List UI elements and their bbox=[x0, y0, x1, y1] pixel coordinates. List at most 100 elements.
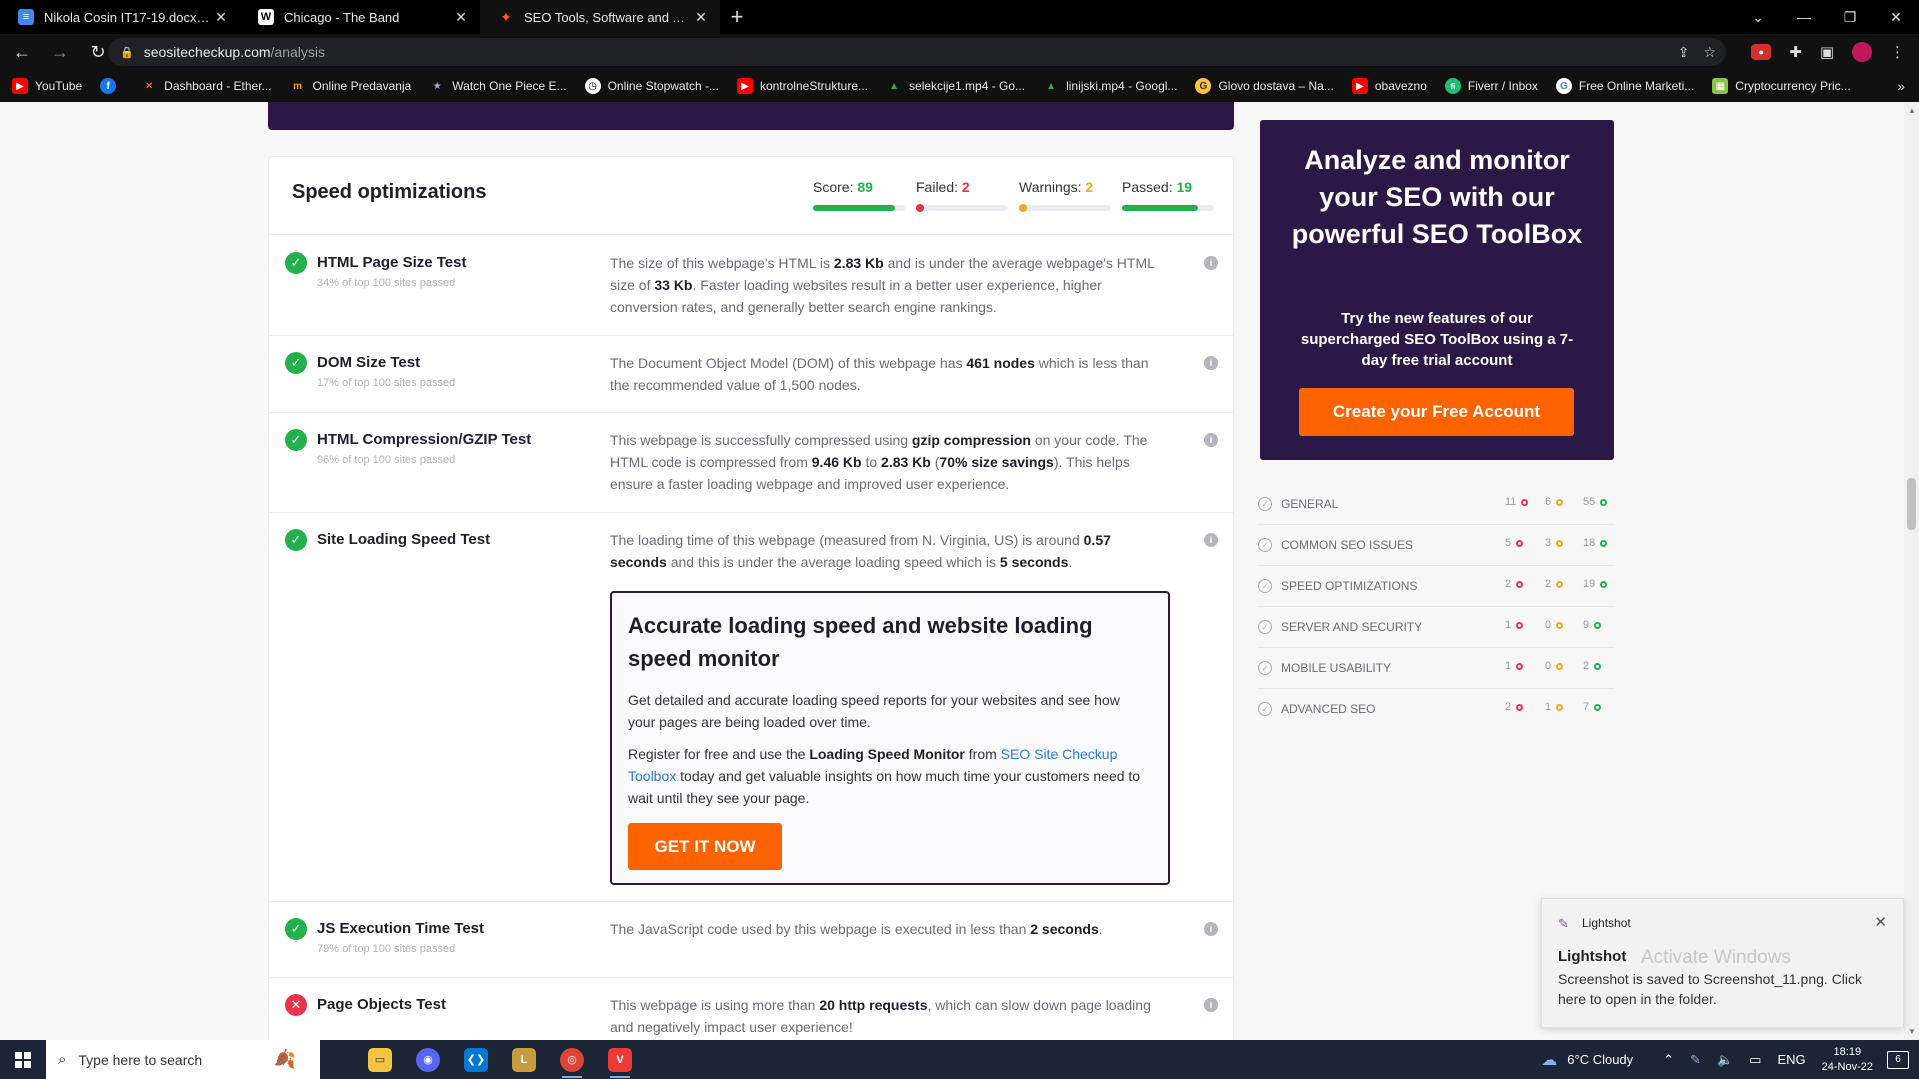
more-bookmarks-icon[interactable]: » bbox=[1897, 70, 1905, 102]
volume-icon[interactable]: 🔈 bbox=[1717, 1052, 1733, 1068]
category-name: Speed Optimizations bbox=[1281, 579, 1418, 593]
restore-icon[interactable]: ❐ bbox=[1827, 0, 1873, 34]
lock-icon[interactable]: 🔒 bbox=[120, 46, 134, 59]
coinmarket-icon: ▦ bbox=[1712, 78, 1729, 94]
language-indicator[interactable]: ENG bbox=[1777, 1052, 1805, 1067]
share-icon[interactable]: ⇪ bbox=[1678, 44, 1690, 61]
info-icon[interactable]: i bbox=[1204, 433, 1218, 447]
category-speed-optimizations[interactable]: ✓ Speed Optimizations 2 2 19 bbox=[1258, 566, 1614, 607]
bookmarks-bar: ▶ YouTube f ✕ Dashboard - Ether... m Online… bbox=[0, 70, 1919, 102]
test-subtext: 17% of top 100 sites passed bbox=[317, 377, 456, 389]
tab-seo-tools[interactable]: ✦ SEO Tools, Software and Articles ✕ bbox=[480, 0, 720, 34]
glovo-icon: G bbox=[1195, 78, 1212, 94]
windows-logo-icon bbox=[15, 1051, 31, 1068]
start-button[interactable] bbox=[0, 1040, 46, 1079]
section-header: Speed optimizations Score: 89 Failed: 2 … bbox=[269, 157, 1233, 235]
bookmark-item[interactable]: m Online Predavanja bbox=[290, 78, 411, 94]
menu-kebab-icon[interactable]: ⋮ bbox=[1890, 43, 1905, 61]
cloud-icon: ☁ bbox=[1541, 1051, 1558, 1069]
taskbar-chrome[interactable]: ◎ bbox=[548, 1040, 596, 1079]
bookmark-item[interactable]: ★ Watch One Piece E... bbox=[429, 78, 567, 94]
close-icon[interactable]: ✕ bbox=[452, 9, 470, 26]
bookmark-item[interactable]: ▶ obavezno bbox=[1351, 78, 1427, 94]
clock[interactable]: 18:19 24-Nov-22 bbox=[1822, 1045, 1873, 1075]
window-controls: ⌄ — ❐ ✕ bbox=[1735, 0, 1919, 34]
bookmark-item[interactable]: ▦ Cryptocurrency Pric... bbox=[1712, 78, 1851, 94]
side-panel-icon[interactable]: ▣ bbox=[1820, 43, 1834, 61]
bookmark-item[interactable]: fi Fiverr / Inbox bbox=[1444, 78, 1538, 94]
extensions-area: ● ✚ ▣ ⋮ bbox=[1751, 34, 1919, 70]
speed-optimizations-card: Speed optimizations Score: 89 Failed: 2 … bbox=[268, 156, 1234, 1040]
chevron-up-icon[interactable]: ⌃ bbox=[1663, 1052, 1674, 1068]
category-mobile-usability[interactable]: ✓ Mobile Usability 1 0 2 bbox=[1258, 648, 1614, 689]
youtube-icon: ▶ bbox=[12, 78, 28, 94]
taskbar-file-explorer[interactable]: ▭ bbox=[356, 1040, 404, 1079]
seo-site-icon: ✦ bbox=[500, 8, 512, 25]
notification-body[interactable]: Screenshot is saved to Screenshot_11.png… bbox=[1558, 969, 1888, 1009]
wikipedia-icon: W bbox=[258, 9, 274, 25]
taskbar-vivaldi[interactable]: V bbox=[596, 1040, 644, 1079]
scrollbar-thumb[interactable] bbox=[1907, 478, 1916, 530]
close-icon[interactable]: ✕ bbox=[212, 9, 230, 26]
bookmark-item[interactable]: ▲ selekcije1.mp4 - Go... bbox=[886, 78, 1025, 94]
category-advanced-seo[interactable]: ✓ Advanced SEO 2 1 7 bbox=[1258, 689, 1614, 730]
bookmark-item[interactable]: ▶ kontrolneStrukture... bbox=[736, 78, 868, 94]
close-window-icon[interactable]: ✕ bbox=[1873, 0, 1919, 34]
extension-badge-icon[interactable]: ● bbox=[1751, 44, 1772, 60]
bookmark-item[interactable]: f bbox=[100, 78, 123, 94]
check-icon: ✓ bbox=[285, 352, 307, 374]
info-icon[interactable]: i bbox=[1204, 356, 1218, 370]
scroll-down-icon[interactable]: ▼ bbox=[1908, 1027, 1916, 1036]
bookmark-item[interactable]: G Free Online Marketi... bbox=[1555, 78, 1694, 94]
category-general[interactable]: ✓ General 11 6 55 bbox=[1258, 484, 1614, 525]
scroll-up-icon[interactable]: ▲ bbox=[1908, 106, 1916, 115]
new-tab-button[interactable]: + bbox=[720, 0, 754, 34]
category-server-and-security[interactable]: ✓ Server and Security 1 0 9 bbox=[1258, 607, 1614, 648]
check-icon: ✓ bbox=[285, 918, 307, 940]
puzzle-icon[interactable]: ✚ bbox=[1789, 43, 1802, 61]
info-icon[interactable]: i bbox=[1204, 256, 1218, 270]
network-icon[interactable]: ▭ bbox=[1749, 1052, 1761, 1068]
passed-count: 19 bbox=[1583, 578, 1608, 590]
promo-text: Get detailed and accurate loading speed … bbox=[628, 692, 1120, 730]
tab-docs[interactable]: ≡ Nikola Cosin IT17-19.docx - Goo ✕ bbox=[0, 0, 240, 34]
failed-bar bbox=[916, 204, 1008, 212]
info-icon[interactable]: i bbox=[1204, 922, 1218, 936]
get-it-now-button[interactable]: GET IT NOW bbox=[628, 823, 782, 870]
url-input[interactable]: 🔒 seositecheckup.com/analysis ⇪ ☆ bbox=[108, 38, 1726, 66]
back-icon[interactable]: ← bbox=[6, 36, 38, 68]
create-free-account-button[interactable]: Create your Free Account bbox=[1299, 388, 1574, 436]
info-icon[interactable]: i bbox=[1204, 998, 1218, 1012]
bookmark-item[interactable]: ▲ linijski.mp4 - Googl... bbox=[1043, 78, 1177, 94]
bookmark-star-icon[interactable]: ☆ bbox=[1703, 44, 1716, 61]
bookmark-item[interactable]: ✕ Dashboard - Ether... bbox=[141, 78, 272, 94]
close-icon[interactable]: ✕ bbox=[692, 9, 710, 26]
tab-chicago[interactable]: W Chicago - The Band ✕ bbox=[240, 0, 480, 34]
profile-avatar[interactable] bbox=[1852, 42, 1872, 62]
failed-count: 2 bbox=[1505, 578, 1524, 590]
notification-center-icon[interactable]: 6 bbox=[1887, 1050, 1909, 1069]
failed-count: 1 bbox=[1505, 619, 1524, 631]
tab-search-icon[interactable]: ⌄ bbox=[1735, 0, 1781, 34]
score-value: 89 bbox=[857, 179, 873, 195]
check-circle-icon: ✓ bbox=[1258, 661, 1272, 675]
warnings-value: 2 bbox=[1085, 179, 1094, 195]
weather-widget[interactable]: ☁ 6°C Cloudy bbox=[1541, 1050, 1633, 1070]
page-scrollbar[interactable]: ▲ ▼ bbox=[1904, 102, 1919, 1040]
google-icon: G bbox=[1555, 78, 1572, 94]
taskbar-discord[interactable]: ◉ bbox=[404, 1040, 452, 1079]
minimize-icon[interactable]: — bbox=[1781, 0, 1827, 34]
close-icon[interactable]: ✕ bbox=[1874, 913, 1887, 931]
pumpkin-icon: 🍂 bbox=[273, 1049, 297, 1069]
taskbar-vscode[interactable]: ❮❯ bbox=[452, 1040, 500, 1079]
category-common-seo-issues[interactable]: ✓ Common SEO Issues 5 3 18 bbox=[1258, 525, 1614, 566]
forward-icon[interactable]: → bbox=[44, 36, 76, 68]
bookmark-item[interactable]: G Glovo dostava – Na... bbox=[1195, 78, 1334, 94]
pen-icon[interactable]: ✎ bbox=[1690, 1052, 1701, 1068]
bookmark-item[interactable]: ▶ YouTube bbox=[12, 78, 82, 94]
bookmark-item[interactable]: ◷ Online Stopwatch -... bbox=[584, 78, 719, 94]
check-circle-icon: ✓ bbox=[1258, 702, 1272, 716]
notification-title: Lightshot bbox=[1558, 948, 1627, 965]
info-icon[interactable]: i bbox=[1204, 533, 1218, 547]
taskbar-league[interactable]: L bbox=[500, 1040, 548, 1079]
